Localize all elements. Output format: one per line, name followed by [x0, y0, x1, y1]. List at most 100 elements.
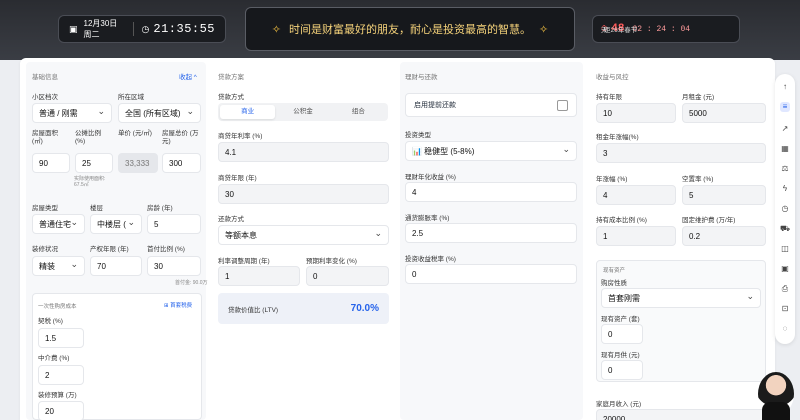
property-years-input[interactable]: 70 [90, 256, 142, 276]
holding-cost-input[interactable]: 1 [596, 226, 676, 246]
area-input[interactable]: 90 [32, 153, 70, 173]
collapse-button[interactable]: 收起 ^ [179, 71, 197, 81]
countdown-hms: 02 : 24 : 04 [632, 24, 691, 34]
reno-budget-label: 装修预算 (万) [38, 392, 77, 399]
date-text: 12月30日周二 [83, 19, 118, 39]
rent-label: 月租金 (元) [682, 94, 715, 101]
invest-return-input[interactable]: 4 [405, 182, 577, 202]
age-label: 房龄 (年) [147, 205, 173, 212]
down-payment-hint: 首付金: 90.0万 [175, 280, 208, 286]
tax-detail-link[interactable]: ⊞ 首套税费 [164, 301, 192, 309]
total-price-input[interactable]: 300 [162, 153, 201, 173]
pool-input[interactable]: 25 [75, 153, 113, 173]
appreciation-label: 年涨幅 (%) [596, 176, 628, 183]
assistant-avatar-body [762, 402, 790, 420]
floor-label: 楼层 [90, 205, 103, 212]
rate-cycle-input[interactable]: 1 [218, 266, 300, 286]
clock-icon: ◷ [141, 23, 150, 34]
buy-nature-select[interactable]: 首套刚需 [601, 288, 761, 308]
countdown-label: 距26年春节 [604, 27, 638, 34]
invest-section-title: 理财与还款 [405, 74, 438, 81]
unit-price-label: 单价 (元/㎡) [118, 130, 152, 137]
onetime-cost-title: 一次性购房成本 [38, 304, 77, 310]
floor-select[interactable]: 中楼层 ( [90, 214, 142, 234]
reno-budget-input[interactable]: 20 [38, 401, 84, 420]
region-label: 所在区域 [118, 94, 144, 101]
loan-years-input[interactable]: 30 [218, 184, 389, 204]
inner-area-hint: 实际使用面积: 67.5㎡ [74, 176, 106, 188]
decoration-select[interactable]: 精装 [32, 256, 85, 276]
loan-rate-label: 商贷年利率 (%) [218, 133, 263, 140]
calendar-icon[interactable]: ▣ [780, 264, 790, 274]
rent-growth-label: 租金年涨幅(%) [596, 134, 639, 141]
loan-rate-input[interactable]: 4.1 [218, 142, 389, 162]
top-banner: ▣ 12月30日周二 ◷ 21:35:55 ✧ 时间是财富最好的朋友，耐心是投资… [0, 0, 800, 60]
countdown-days-unit: 天 [601, 27, 608, 34]
agency-fee-label: 中介费 (%) [38, 355, 70, 362]
hold-years-label: 持有年限 [596, 94, 622, 101]
invest-type-select[interactable]: 📊 稳健型 (5-8%) [405, 141, 577, 161]
hold-years-input[interactable]: 10 [596, 103, 676, 123]
trend-icon[interactable]: ↗ [780, 124, 790, 134]
bag-icon[interactable]: ⊡ [780, 304, 790, 314]
existing-assets-input[interactable]: 0 [601, 324, 643, 344]
quote-text: 时间是财富最好的朋友，耐心是投资最高的智慧。 [289, 23, 531, 36]
repay-method-select[interactable]: 等额本息 [218, 225, 389, 245]
region-select[interactable]: 全国 (所有区域) [118, 103, 201, 123]
basic-section-title: 基础信息 [32, 74, 58, 81]
grid-icon[interactable]: ▦ [780, 144, 790, 154]
down-ratio-label: 首付比例 (%) [147, 246, 185, 253]
rate-change-label: 预期利率变化 (%) [306, 258, 357, 265]
sparkle-icon: ✧ [539, 23, 549, 36]
age-input[interactable]: 5 [147, 214, 201, 234]
buy-nature-label: 购房性质 [601, 280, 627, 287]
tab-commercial[interactable]: 商业 [220, 105, 276, 119]
car-icon[interactable]: ⛟ [780, 224, 790, 234]
scale-icon[interactable]: ⚖ [780, 164, 790, 174]
unit-price-input: 33,333 [118, 153, 158, 173]
vacancy-input[interactable]: 5 [682, 185, 766, 205]
loan-method-label: 贷款方式 [218, 94, 244, 101]
inflation-input[interactable]: 2.5 [405, 223, 577, 243]
deed-tax-input[interactable]: 1.5 [38, 328, 84, 348]
prepay-toggle[interactable]: 启用提前还款 [405, 93, 577, 117]
prepay-checkbox[interactable] [557, 99, 568, 111]
ltv-value: 70.0% [350, 303, 379, 314]
assets-title: 现有资产 [603, 268, 626, 274]
existing-payment-input[interactable]: 0 [601, 360, 643, 380]
ltv-label: 贷款价值比 (LTV) [228, 306, 279, 314]
prepay-label: 启用提前还款 [414, 102, 456, 109]
chat-icon[interactable]: ◌ [780, 324, 790, 334]
vacancy-label: 空置率 (%) [682, 176, 714, 183]
rate-change-input[interactable]: 0 [306, 266, 389, 286]
house-type-select[interactable]: 普通住宅 [32, 214, 85, 234]
print-icon[interactable]: ⎙ [780, 284, 790, 294]
stack-icon[interactable]: ◫ [780, 244, 790, 254]
building-level-select[interactable]: 普通 / 刚需 [32, 103, 112, 123]
rent-growth-input[interactable]: 3 [596, 143, 766, 163]
down-ratio-input[interactable]: 30 [147, 256, 201, 276]
appreciation-input[interactable]: 4 [596, 185, 676, 205]
bolt-icon[interactable]: ϟ [780, 184, 790, 194]
ltv-summary: 贷款价值比 (LTV) 70.0% [218, 293, 389, 324]
list-icon[interactable]: ≡ [780, 102, 790, 112]
invest-tax-input[interactable]: 0 [405, 264, 577, 284]
agency-fee-input[interactable]: 2 [38, 365, 84, 385]
rent-input[interactable]: 5000 [682, 103, 766, 123]
loan-years-label: 商贷年限 (年) [218, 175, 257, 182]
arrow-up-icon[interactable]: ↑ [780, 82, 790, 92]
deed-tax-label: 契税 (%) [38, 318, 63, 325]
tab-combined[interactable]: 组合 [331, 105, 386, 119]
family-income-input[interactable]: 20000 [596, 409, 766, 420]
maintenance-input[interactable]: 0.2 [682, 226, 766, 246]
tab-provident-fund[interactable]: 公积金 [275, 105, 330, 119]
calendar-icon: ▣ [69, 23, 78, 34]
house-type-label: 房屋类型 [32, 205, 58, 212]
income-section-title: 收益与风控 [596, 74, 629, 81]
property-years-label: 产权年限 (年) [90, 246, 129, 253]
countdown-pill: ⏱ 距26年春节 48 天 02 : 24 : 04 [592, 15, 740, 43]
family-income-label: 家庭月收入 (元) [596, 401, 642, 408]
existing-assets-label: 现有资产 (套) [601, 316, 640, 323]
clock-icon[interactable]: ◷ [780, 204, 790, 214]
quote-banner: ✧ 时间是财富最好的朋友，耐心是投资最高的智慧。 ✧ [245, 7, 575, 51]
